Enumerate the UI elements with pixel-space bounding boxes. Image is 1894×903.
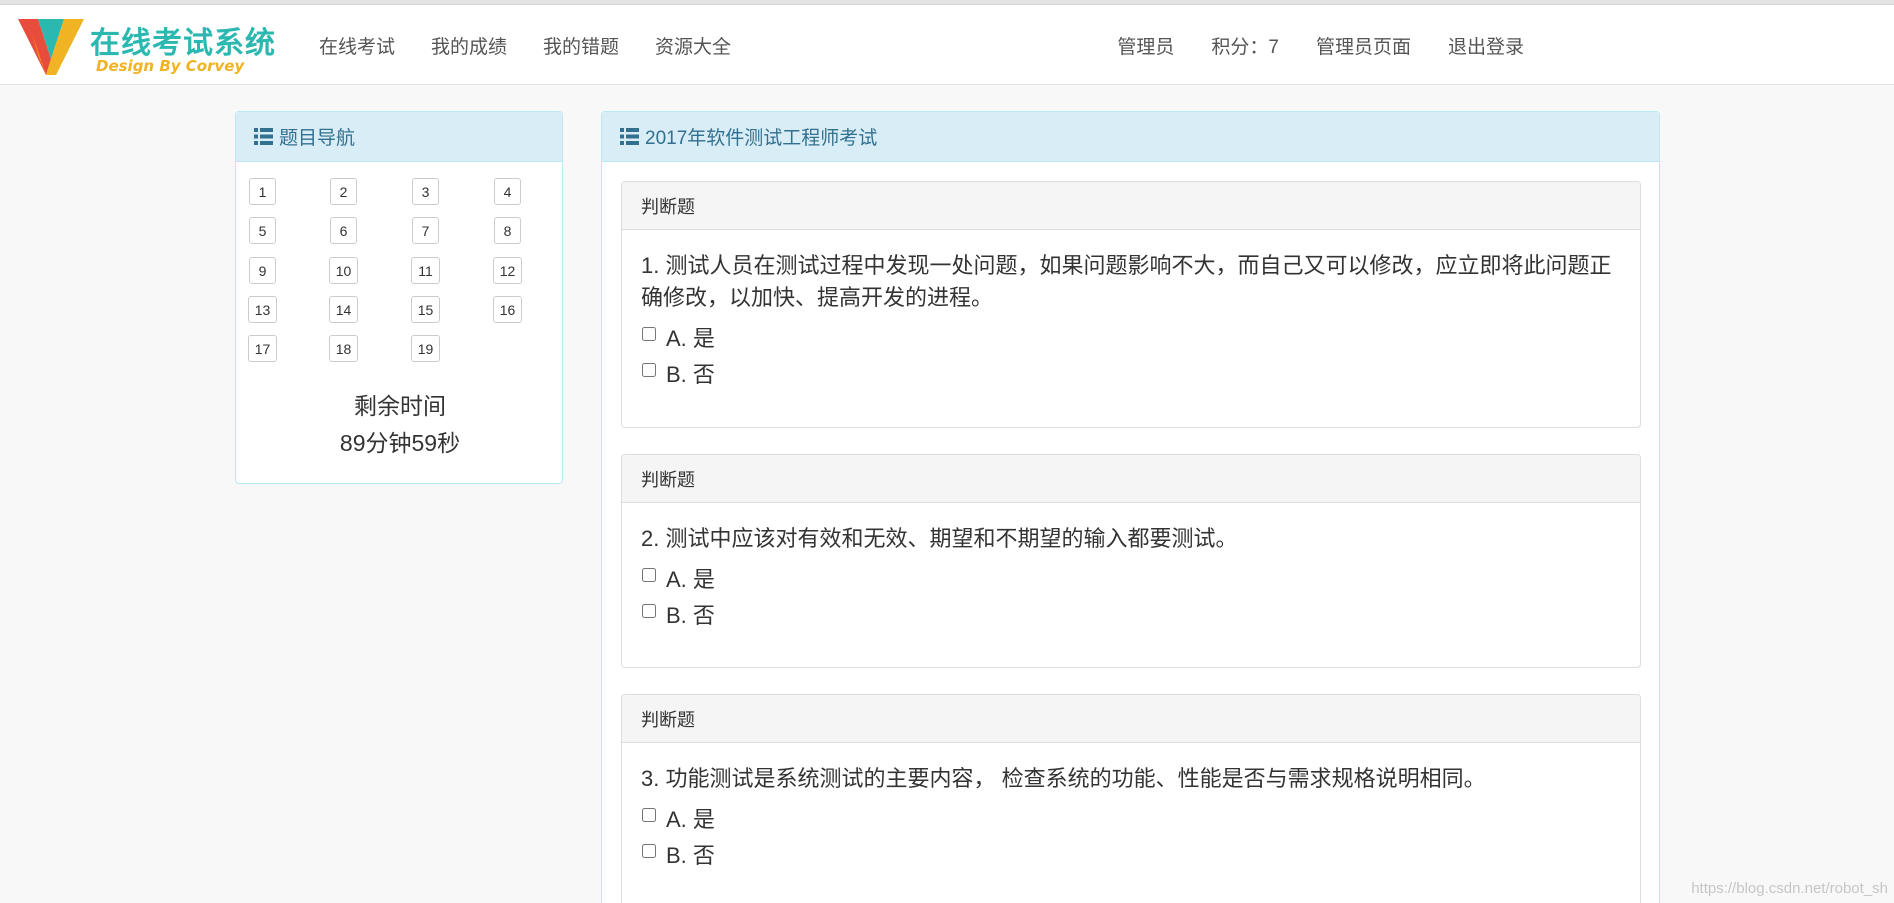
option-label: B. 否 (666, 362, 715, 387)
exam-heading: 2017年软件测试工程师考试 (602, 112, 1659, 162)
option-b-checkbox[interactable] (642, 604, 656, 618)
option-label: A. 是 (666, 567, 715, 592)
option-a-checkbox[interactable] (642, 327, 656, 341)
nav-my-scores[interactable]: 我的成绩 (431, 32, 507, 59)
question-number-button[interactable]: 17 (248, 335, 277, 362)
list-icon (620, 128, 639, 145)
option-label: A. 是 (666, 326, 715, 351)
question-number-button[interactable]: 15 (411, 296, 440, 323)
timer-value: 89分钟59秒 (339, 430, 461, 456)
option-label: B. 否 (666, 843, 715, 868)
watermark: https://blog.csdn.net/robot_sh (1691, 880, 1888, 897)
option-a-checkbox[interactable] (642, 808, 656, 822)
nav-my-mistakes[interactable]: 我的错题 (543, 32, 619, 59)
question-number-button[interactable]: 12 (493, 257, 522, 284)
question-nav-panel: 题目导航 1 2 3 4 5 6 7 8 9 10 11 12 13 14 15… (235, 111, 563, 484)
option-label: B. 否 (666, 603, 715, 628)
question-card: 判断题 3. 功能测试是系统测试的主要内容， 检查系统的功能、性能是否与需求规格… (621, 694, 1641, 903)
question-number-button[interactable]: 14 (329, 296, 358, 323)
option-a-checkbox[interactable] (642, 568, 656, 582)
question-number-button[interactable]: 16 (493, 296, 522, 323)
question-text: 1. 测试人员在测试过程中发现一处问题，如果问题影响不大，而自己又可以修改，应立… (641, 253, 1612, 310)
option-b[interactable]: B. 否 (641, 599, 1621, 629)
question-type: 判断题 (622, 455, 1640, 503)
user-nav: 管理员 积分：7 管理员页面 退出登录 (1080, 5, 1524, 85)
question-number-button[interactable]: 18 (329, 335, 358, 362)
main-nav: 在线考试 我的成绩 我的错题 资源大全 (319, 5, 767, 85)
option-b[interactable]: B. 否 (641, 358, 1621, 388)
question-number-button[interactable]: 10 (329, 257, 358, 284)
question-card: 判断题 2. 测试中应该对有效和无效、期望和不期望的输入都要测试。 A. 是 B… (621, 454, 1641, 668)
question-number-button[interactable]: 9 (249, 257, 276, 284)
nav-resources[interactable]: 资源大全 (655, 32, 731, 59)
question-number-button[interactable]: 4 (494, 178, 521, 205)
option-a[interactable]: A. 是 (641, 563, 1621, 593)
question-number-button[interactable]: 2 (330, 178, 357, 205)
nav-points[interactable]: 积分：7 (1211, 32, 1279, 59)
option-a[interactable]: A. 是 (641, 803, 1621, 833)
option-b[interactable]: B. 否 (641, 839, 1621, 869)
nav-online-exam[interactable]: 在线考试 (319, 32, 395, 59)
question-number-button[interactable]: 6 (330, 217, 357, 244)
question-number-button[interactable]: 19 (411, 335, 440, 362)
question-body: 3. 功能测试是系统测试的主要内容， 检查系统的功能、性能是否与需求规格说明相同… (622, 743, 1640, 869)
brand-logo[interactable]: 在线考试系统 Design By Corvey (18, 13, 288, 79)
v-logo-icon (18, 19, 84, 75)
question-number-button[interactable]: 1 (249, 178, 276, 205)
question-number-button[interactable]: 11 (411, 257, 440, 284)
question-card: 判断题 1. 测试人员在测试过程中发现一处问题，如果问题影响不大，而自己又可以修… (621, 181, 1641, 428)
question-body: 2. 测试中应该对有效和无效、期望和不期望的输入都要测试。 A. 是 B. 否 (622, 503, 1640, 629)
question-type: 判断题 (622, 182, 1640, 230)
question-nav-heading: 题目导航 (236, 112, 562, 162)
question-number-button[interactable]: 7 (412, 217, 439, 244)
question-number-button[interactable]: 8 (494, 217, 521, 244)
question-nav-title: 题目导航 (279, 128, 356, 149)
question-text: 3. 功能测试是系统测试的主要内容， 检查系统的功能、性能是否与需求规格说明相同… (641, 766, 1486, 791)
exam-title: 2017年软件测试工程师考试 (645, 128, 878, 149)
nav-admin-page[interactable]: 管理员页面 (1316, 32, 1411, 59)
question-text: 2. 测试中应该对有效和无效、期望和不期望的输入都要测试。 (641, 526, 1238, 551)
question-number-button[interactable]: 5 (249, 217, 276, 244)
option-b-checkbox[interactable] (642, 844, 656, 858)
list-icon (254, 128, 273, 145)
nav-logout[interactable]: 退出登录 (1448, 32, 1524, 59)
question-body: 1. 测试人员在测试过程中发现一处问题，如果问题影响不大，而自己又可以修改，应立… (622, 230, 1640, 388)
option-b-checkbox[interactable] (642, 363, 656, 377)
navbar: 在线考试系统 Design By Corvey 在线考试 我的成绩 我的错题 资… (0, 5, 1894, 85)
question-number-button[interactable]: 13 (248, 296, 277, 323)
brand-subtitle: Design By Corvey (96, 57, 245, 75)
question-type: 判断题 (622, 695, 1640, 743)
option-a[interactable]: A. 是 (641, 322, 1621, 352)
nav-user-name[interactable]: 管理员 (1117, 32, 1174, 59)
question-number-button[interactable]: 3 (412, 178, 439, 205)
exam-panel: 2017年软件测试工程师考试 判断题 1. 测试人员在测试过程中发现一处问题，如… (601, 111, 1660, 903)
timer-label: 剩余时间 (354, 393, 446, 419)
option-label: A. 是 (666, 807, 715, 832)
brand-title: 在线考试系统 (90, 26, 276, 61)
